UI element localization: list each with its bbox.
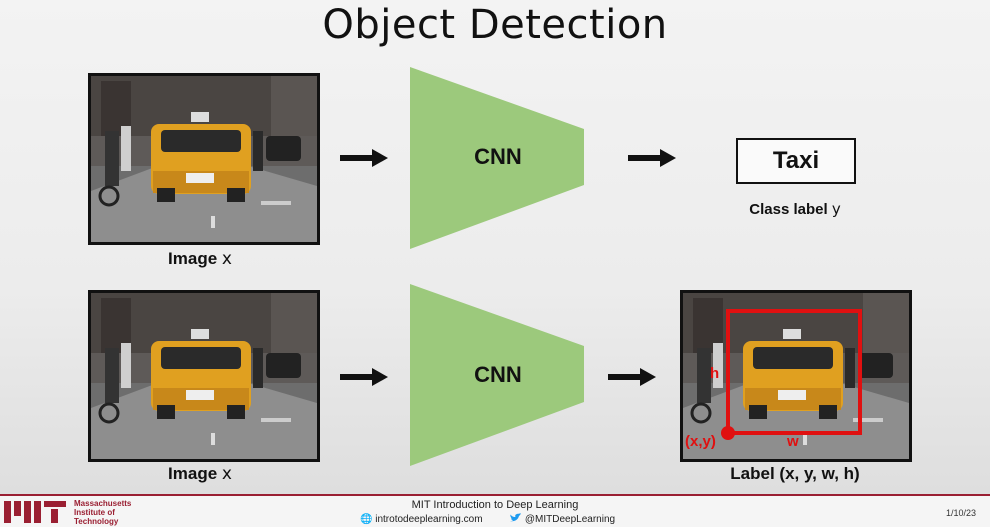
cnn-label-1: CNN <box>474 144 522 169</box>
footer: Massachusetts Institute of Technology MI… <box>0 494 990 527</box>
class-caption: Class label y <box>730 200 860 218</box>
street-photo <box>91 293 317 459</box>
class-variable: y <box>831 200 841 218</box>
image-caption-text: Image <box>168 249 218 268</box>
arrow-right-icon <box>608 368 656 386</box>
class-label-box: Taxi <box>736 138 856 184</box>
slide-title: Object Detection <box>322 2 668 48</box>
course-name: MIT Introduction to Deep Learning <box>411 499 579 511</box>
input-image-1 <box>88 73 320 245</box>
bbox-height-label: h <box>710 365 720 382</box>
arrow-right-icon <box>340 368 388 386</box>
image-caption-2: Image x <box>140 464 260 484</box>
output-image-detection: (x,y) w h <box>680 290 912 462</box>
bbox-width-label: w <box>787 433 799 450</box>
output-caption: Label (x, y, w, h) <box>700 464 890 484</box>
street-photo <box>91 76 317 242</box>
arrow-right-icon <box>628 149 676 167</box>
bbox-point-label: (x,y) <box>685 433 716 450</box>
image-caption-1: Image x <box>140 249 260 269</box>
class-caption-text: Class label <box>749 201 828 218</box>
image-variable: x <box>221 249 232 269</box>
image-variable: x <box>221 464 232 484</box>
website-link[interactable]: introtodeeplearning.com <box>375 514 482 525</box>
twitter-icon <box>510 513 522 522</box>
slide-date: 1/10/23 <box>945 508 976 518</box>
output-caption-text: Label (x, y, w, h) <box>730 464 860 483</box>
twitter-handle[interactable]: @MITDeepLearning <box>525 514 615 525</box>
footer-links: 🌐 introtodeeplearning.com @MITDeepLearni… <box>360 513 615 525</box>
arrow-right-icon <box>340 149 388 167</box>
input-image-2 <box>88 290 320 462</box>
corner-point-icon <box>721 426 735 440</box>
image-caption-text: Image <box>168 464 218 483</box>
cnn-label-2: CNN <box>474 362 522 387</box>
slide: { "title": "Object Detection", "row1": {… <box>0 0 990 527</box>
globe-icon: 🌐 <box>360 514 373 525</box>
